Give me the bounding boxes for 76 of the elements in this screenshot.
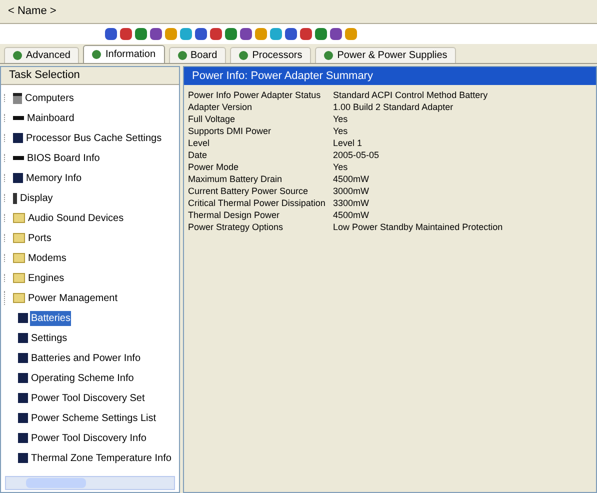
folder-icon bbox=[13, 233, 25, 243]
property-value: 4500mW bbox=[333, 209, 370, 221]
property-name: Thermal Design Power bbox=[188, 209, 281, 221]
bar-icon bbox=[13, 116, 24, 120]
toolbar-icon[interactable] bbox=[315, 28, 327, 40]
property-value: Yes bbox=[333, 113, 348, 125]
property-name: Power Strategy Options bbox=[188, 221, 284, 233]
property-name: Current Battery Power Source bbox=[188, 185, 310, 197]
toolbar-icon[interactable] bbox=[225, 28, 237, 40]
bar-icon bbox=[13, 156, 24, 160]
tree-item[interactable]: Power Management bbox=[27, 290, 118, 306]
tree-item[interactable]: Mainboard bbox=[26, 110, 76, 126]
toolbar-icon[interactable] bbox=[180, 28, 192, 40]
toolbar-icon[interactable] bbox=[210, 28, 222, 40]
property-name: Adapter Version bbox=[188, 101, 254, 113]
menu-title[interactable]: < Name > bbox=[8, 3, 56, 20]
toolbar-icon[interactable] bbox=[135, 28, 147, 40]
tree-item[interactable]: Memory Info bbox=[25, 170, 83, 186]
property-value: 3300mW bbox=[333, 197, 370, 209]
toolbar-icon[interactable] bbox=[300, 28, 312, 40]
property-value: Yes bbox=[333, 161, 348, 173]
toolbar-icon[interactable] bbox=[105, 28, 117, 40]
block-icon bbox=[13, 133, 23, 143]
tree-item[interactable]: Operating Scheme Info bbox=[30, 370, 135, 386]
tree-item[interactable]: Power Scheme Settings List bbox=[30, 410, 158, 426]
tree-item[interactable]: Thermal Zone Temperature Info bbox=[30, 450, 172, 466]
tab[interactable]: Processors bbox=[230, 47, 312, 63]
property-name: Critical Thermal Power Dissipation bbox=[188, 197, 326, 209]
tree-item[interactable]: Engines bbox=[27, 270, 66, 286]
property-value: Level 1 bbox=[333, 137, 362, 149]
property-value: 2005-05-05 bbox=[333, 149, 380, 161]
property-name: Date bbox=[188, 149, 208, 161]
toolbar-icon[interactable] bbox=[240, 28, 252, 40]
property-name: Supports DMI Power bbox=[188, 125, 272, 137]
property-value: Standard ACPI Control Method Battery bbox=[333, 89, 488, 101]
tree-item[interactable]: Display bbox=[19, 190, 54, 206]
tree-item[interactable]: Processor Bus Cache Settings bbox=[25, 130, 163, 146]
tree-item[interactable]: Audio Sound Devices bbox=[27, 210, 125, 226]
property-name: Full Voltage bbox=[188, 113, 236, 125]
tab[interactable]: Information bbox=[83, 45, 165, 63]
folder-icon bbox=[13, 213, 25, 223]
toolbar-icon[interactable] bbox=[285, 28, 297, 40]
tree-item[interactable]: Computers bbox=[24, 90, 75, 106]
property-value: Low Power Standby Maintained Protection bbox=[333, 221, 503, 233]
tree-item[interactable]: Batteries and Power Info bbox=[30, 350, 142, 366]
property-value: 3000mW bbox=[333, 185, 370, 197]
tree-item[interactable]: Power Tool Discovery Set bbox=[30, 390, 146, 406]
computer-icon bbox=[13, 92, 22, 104]
property-name: Level bbox=[188, 137, 211, 149]
toolbar-icon[interactable] bbox=[150, 28, 162, 40]
tree-item[interactable]: Ports bbox=[27, 230, 52, 246]
tab[interactable]: Board bbox=[168, 47, 226, 63]
horizontal-scrollbar[interactable] bbox=[5, 476, 175, 490]
tree-item[interactable]: BIOS Board Info bbox=[26, 150, 101, 166]
property-value: Yes bbox=[333, 125, 348, 137]
details-header: Power Info: Power Adapter Summary bbox=[192, 68, 373, 84]
tree-item[interactable]: Settings bbox=[30, 330, 68, 346]
property-value: 4500mW bbox=[333, 173, 370, 185]
property-name: Power Mode bbox=[188, 161, 240, 173]
folder-icon bbox=[13, 253, 25, 263]
toolbar-icon[interactable] bbox=[120, 28, 132, 40]
tree-item[interactable]: Batteries bbox=[30, 310, 72, 326]
toolbar-icon[interactable] bbox=[330, 28, 342, 40]
tab[interactable]: Power & Power Supplies bbox=[315, 47, 456, 63]
tree-item[interactable]: Modems bbox=[27, 250, 68, 266]
tab[interactable]: Advanced bbox=[4, 47, 80, 63]
tree-item[interactable]: Power Tool Discovery Info bbox=[30, 430, 148, 446]
property-name: Power Info Power Adapter Status bbox=[188, 89, 322, 101]
property-name: Maximum Battery Drain bbox=[188, 173, 284, 185]
folder-icon bbox=[13, 273, 25, 283]
panel-title: Task Selection bbox=[9, 68, 80, 84]
block-icon bbox=[13, 173, 23, 183]
property-value: 1.00 Build 2 Standard Adapter bbox=[333, 101, 454, 113]
folder-icon bbox=[13, 293, 25, 303]
toolbar-icon[interactable] bbox=[195, 28, 207, 40]
toolbar-icon[interactable] bbox=[270, 28, 282, 40]
